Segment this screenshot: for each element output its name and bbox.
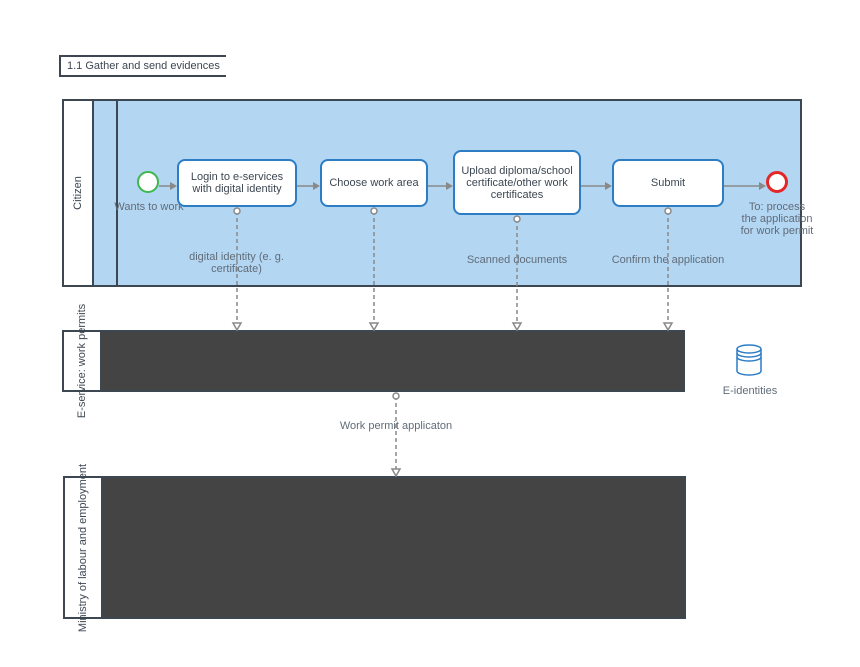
task-login-label: Login to e-services with digital identit… — [183, 171, 291, 195]
datastore-eidentities-icon — [735, 344, 763, 376]
task-upload: Upload diploma/school certificate/other … — [453, 150, 581, 215]
task-submit-label: Submit — [651, 177, 685, 189]
pool-eservice-label: E-service: work permits — [76, 304, 88, 418]
task-login: Login to e-services with digital identit… — [177, 159, 297, 207]
task-choose-label: Choose work area — [329, 177, 418, 189]
lane-divider — [116, 101, 118, 285]
task-upload-assoc: Scanned documents — [459, 254, 575, 266]
task-upload-label: Upload diploma/school certificate/other … — [459, 165, 575, 201]
task-submit: Submit — [612, 159, 724, 207]
task-submit-assoc: Confirm the application — [602, 254, 734, 266]
task-login-assoc: digital identity (e. g. certificate) — [173, 251, 300, 275]
pool-citizen-label: Citizen — [72, 176, 84, 210]
pool-eservice-label-box: E-service: work permits — [64, 332, 102, 390]
start-event — [137, 171, 159, 193]
pool-eservice: E-service: work permits — [62, 330, 685, 392]
pool-ministry-label: Ministry of labour and employment — [77, 463, 89, 631]
pool-citizen-label-box: Citizen — [64, 101, 94, 285]
msg-eservice-ministry — [391, 392, 401, 476]
task-choose: Choose work area — [320, 159, 428, 207]
end-event-label: To: process the application for work per… — [740, 201, 814, 237]
pool-ministry: Ministry of labour and employment — [63, 476, 686, 619]
diagram-title-box: 1.1 Gather and send evidences — [59, 55, 226, 77]
pool-ministry-label-box: Ministry of labour and employment — [65, 478, 103, 617]
diagram-title: 1.1 Gather and send evidences — [67, 60, 220, 72]
end-event — [766, 171, 788, 193]
datastore-eidentities-label: E-identities — [713, 385, 787, 397]
msg-workpermit-label: Work permit applicaton — [319, 420, 473, 432]
